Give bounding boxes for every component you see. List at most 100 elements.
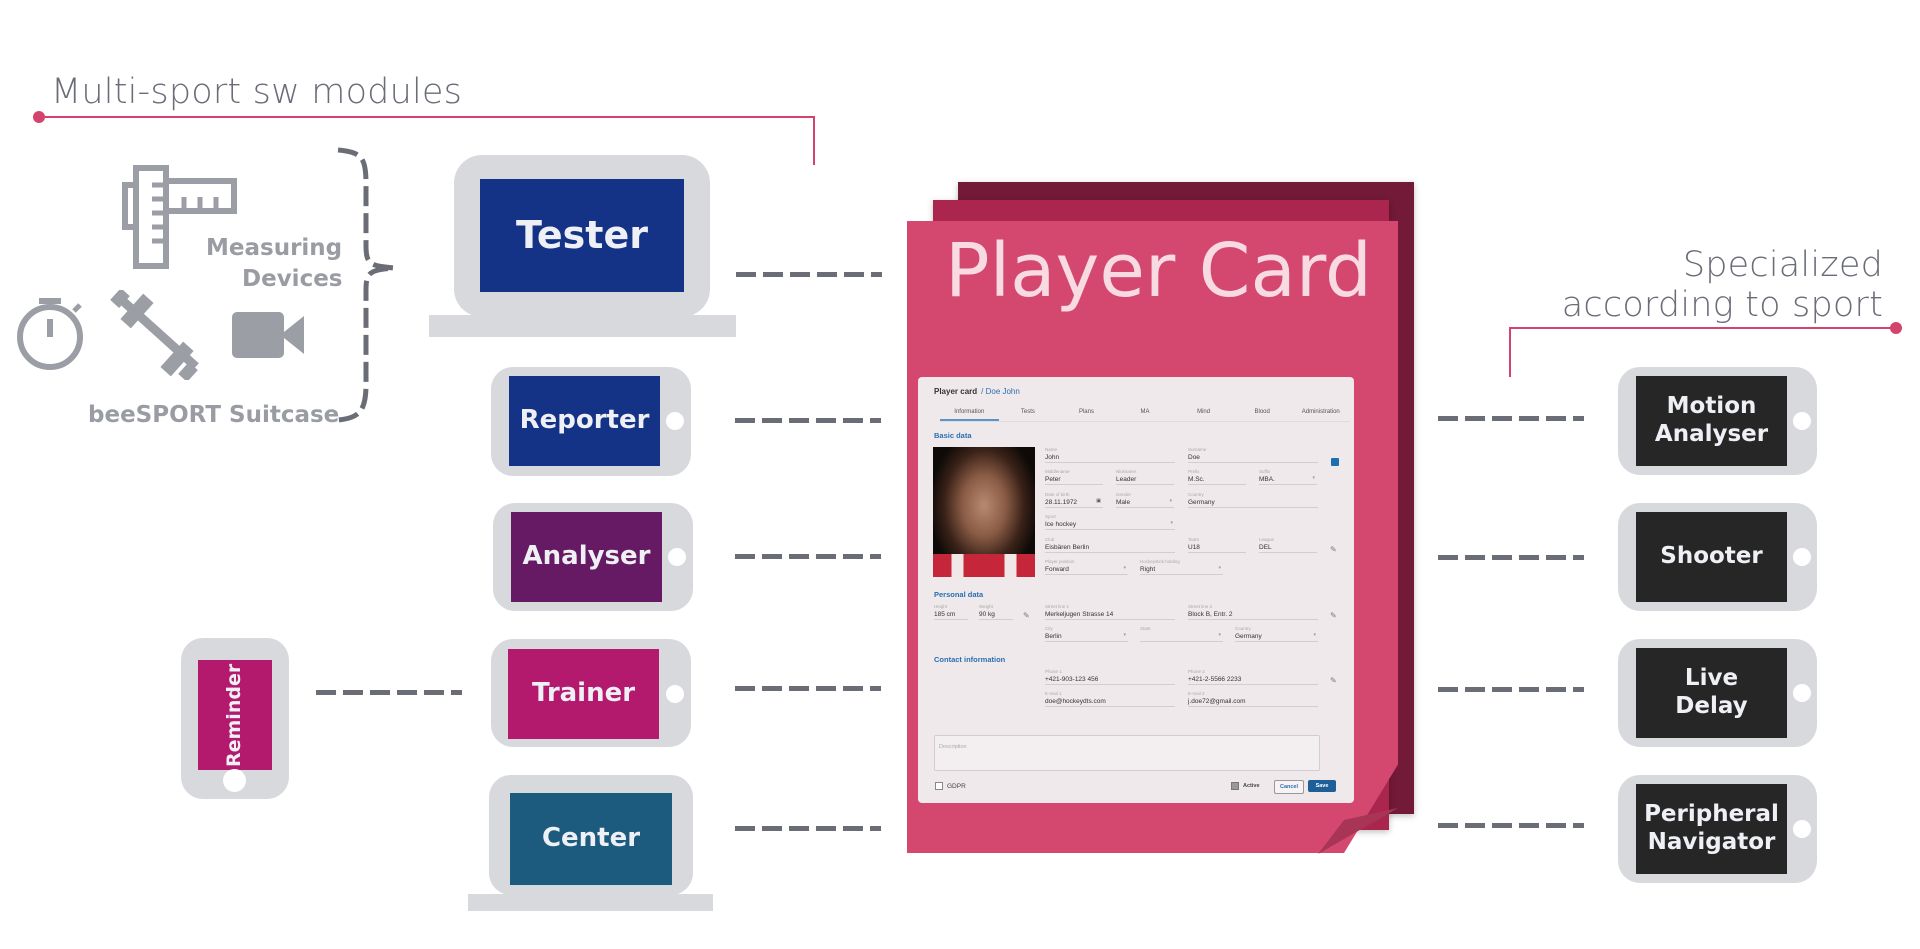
active-checkbox[interactable]: Active bbox=[1231, 782, 1260, 790]
city-select[interactable]: City Berlin ▾ bbox=[1045, 626, 1128, 642]
reminder-screen: Reminder bbox=[198, 660, 272, 770]
dash-trainer bbox=[735, 686, 881, 691]
phone-1-field[interactable]: Phone 1 +421-903-123 456 bbox=[1045, 669, 1175, 685]
player-card-title: Player Card bbox=[945, 228, 1372, 314]
stopwatch-icon bbox=[17, 298, 83, 370]
chevron-down-icon: ▾ bbox=[1170, 520, 1173, 526]
save-button[interactable]: Save bbox=[1308, 780, 1336, 792]
shooter-label: Shooter bbox=[1660, 543, 1763, 570]
date-of-birth-field[interactable]: Date of birth 28.11.1972 ▣ bbox=[1045, 492, 1103, 508]
chevron-down-icon: ▾ bbox=[1123, 632, 1126, 638]
gdpr-checkbox-box[interactable] bbox=[935, 782, 943, 790]
email-2-field[interactable]: E-mail 2 j.doe72@gmail.com bbox=[1188, 691, 1318, 707]
trainer-tablet[interactable]: Trainer bbox=[491, 639, 691, 747]
tab-tests[interactable]: Tests bbox=[999, 405, 1058, 421]
reporter-tablet[interactable]: Reporter bbox=[491, 367, 691, 476]
motion-analyser-tablet[interactable]: Motion Analyser bbox=[1618, 367, 1817, 475]
gdpr-checkbox[interactable]: GDPR bbox=[935, 782, 966, 790]
shooter-screen: Shooter bbox=[1636, 512, 1787, 602]
tester-laptop[interactable]: Tester bbox=[454, 155, 710, 317]
phone-2-field[interactable]: Phone 2 +421-2-5566 2233 bbox=[1188, 669, 1318, 685]
street-line-1-field[interactable]: Street line 1 Merkeljugen Strasse 14 bbox=[1045, 604, 1175, 620]
suffix-select[interactable]: Suffix MBA. ▾ bbox=[1259, 469, 1317, 485]
reporter-label: Reporter bbox=[519, 405, 650, 436]
live-delay-screen: Live Delay bbox=[1636, 648, 1787, 738]
name-field[interactable]: Name John bbox=[1045, 447, 1175, 463]
player-card-form: Player card / Doe John Information Tests … bbox=[918, 377, 1354, 803]
shooter-tablet[interactable]: Shooter bbox=[1618, 503, 1817, 611]
measuring-devices-line2: Devices bbox=[242, 266, 343, 292]
prefix-field[interactable]: Prefix M.Sc. bbox=[1188, 469, 1246, 485]
breadcrumb: Player card / Doe John bbox=[934, 387, 1020, 396]
sport-select[interactable]: Sport Ice hockey ▾ bbox=[1045, 514, 1175, 530]
tab-administration[interactable]: Administration bbox=[1291, 405, 1350, 421]
live-delay-label-1: Live bbox=[1684, 665, 1739, 692]
dash-motion-analyser bbox=[1438, 416, 1584, 421]
motion-analyser-home-button bbox=[1793, 412, 1811, 430]
peripheral-navigator-tablet[interactable]: Peripheral Navigator bbox=[1618, 775, 1817, 883]
email-1-field[interactable]: E-mail 1 doe@hockeydts.com bbox=[1045, 691, 1175, 707]
description-textarea[interactable]: Description bbox=[934, 735, 1320, 771]
team-field[interactable]: Team U18 bbox=[1188, 537, 1246, 553]
chevron-down-icon: ▾ bbox=[1218, 565, 1221, 571]
live-delay-tablet[interactable]: Live Delay bbox=[1618, 639, 1817, 747]
analyser-screen: Analyser bbox=[511, 512, 662, 602]
analyser-tablet[interactable]: Analyser bbox=[493, 503, 693, 611]
trainer-label: Trainer bbox=[531, 678, 636, 709]
club-field[interactable]: Club Eisbären Berlin bbox=[1045, 537, 1175, 553]
middlename-field[interactable]: Middlename Peter bbox=[1045, 469, 1103, 485]
heading-multi-sport: Multi-sport sw modules bbox=[51, 72, 463, 112]
heading-specialized-1: Specialized bbox=[1682, 245, 1883, 285]
dash-analyser bbox=[735, 554, 881, 559]
active-checkbox-box[interactable] bbox=[1231, 782, 1239, 790]
tab-information[interactable]: Information bbox=[940, 405, 999, 421]
edit-icon[interactable]: ✎ bbox=[1330, 676, 1337, 685]
cancel-button[interactable]: Cancel bbox=[1274, 780, 1304, 794]
player-photo bbox=[933, 447, 1035, 577]
country-field[interactable]: Country Germany bbox=[1188, 492, 1318, 508]
weight-field[interactable]: Weight 90 kg bbox=[979, 604, 1013, 620]
beesport-suitcase-label: beeSPORT Suitcase bbox=[88, 402, 340, 428]
edit-icon[interactable]: ✎ bbox=[1330, 611, 1337, 620]
center-laptop-base bbox=[468, 894, 713, 911]
dash-live-delay bbox=[1438, 687, 1584, 692]
personal-country-select[interactable]: Country Germany ▾ bbox=[1235, 626, 1318, 642]
tab-plans[interactable]: Plans bbox=[1057, 405, 1116, 421]
active-label: Active bbox=[1243, 783, 1260, 789]
gender-select[interactable]: Gender Male ▾ bbox=[1116, 492, 1174, 508]
edit-icon[interactable]: ✎ bbox=[1023, 611, 1030, 620]
reminder-phone[interactable]: Reminder bbox=[181, 638, 289, 799]
gdpr-label: GDPR bbox=[947, 782, 966, 790]
collapse-icon[interactable] bbox=[1331, 458, 1339, 466]
surname-field[interactable]: Surname Doe bbox=[1188, 447, 1318, 463]
chevron-down-icon: ▾ bbox=[1218, 632, 1221, 638]
player-position-select[interactable]: Player position Forward ▾ bbox=[1045, 559, 1128, 575]
tab-bar: Information Tests Plans MA Mind Blood Ad… bbox=[940, 405, 1350, 422]
league-field[interactable]: League DEL bbox=[1259, 537, 1317, 553]
peripheral-navigator-home-button bbox=[1793, 820, 1811, 838]
dash-reporter bbox=[735, 418, 881, 423]
live-delay-home-button bbox=[1793, 684, 1811, 702]
center-label: Center bbox=[541, 823, 641, 854]
breadcrumb-root[interactable]: Player card bbox=[934, 387, 977, 396]
breadcrumb-current[interactable]: / Doe John bbox=[981, 387, 1020, 396]
tab-mind[interactable]: Mind bbox=[1174, 405, 1233, 421]
edit-icon[interactable]: ✎ bbox=[1330, 545, 1337, 554]
analyser-label: Analyser bbox=[522, 541, 651, 572]
tab-blood[interactable]: Blood bbox=[1233, 405, 1292, 421]
tab-ma[interactable]: MA bbox=[1116, 405, 1175, 421]
chevron-down-icon: ▾ bbox=[1169, 498, 1172, 504]
brace-connector bbox=[337, 147, 395, 423]
nickname-field[interactable]: Nickname Leader bbox=[1116, 469, 1174, 485]
hockeystick-holding-select[interactable]: Hockeystick holding Right ▾ bbox=[1140, 559, 1223, 575]
state-select[interactable]: State ▾ bbox=[1140, 626, 1223, 642]
dash-reminder bbox=[316, 690, 462, 695]
measuring-devices-line1: Measuring bbox=[206, 235, 343, 261]
street-line-2-field[interactable]: Street line 2 Block B, Entr. 2 bbox=[1188, 604, 1318, 620]
center-laptop[interactable]: Center bbox=[489, 775, 693, 895]
reminder-label: Reminder bbox=[223, 663, 246, 767]
tester-screen: Tester bbox=[480, 179, 684, 292]
motion-analyser-label-2: Analyser bbox=[1654, 421, 1769, 447]
dumbbell-icon bbox=[110, 290, 199, 380]
height-field[interactable]: Height 185 cm bbox=[934, 604, 968, 620]
